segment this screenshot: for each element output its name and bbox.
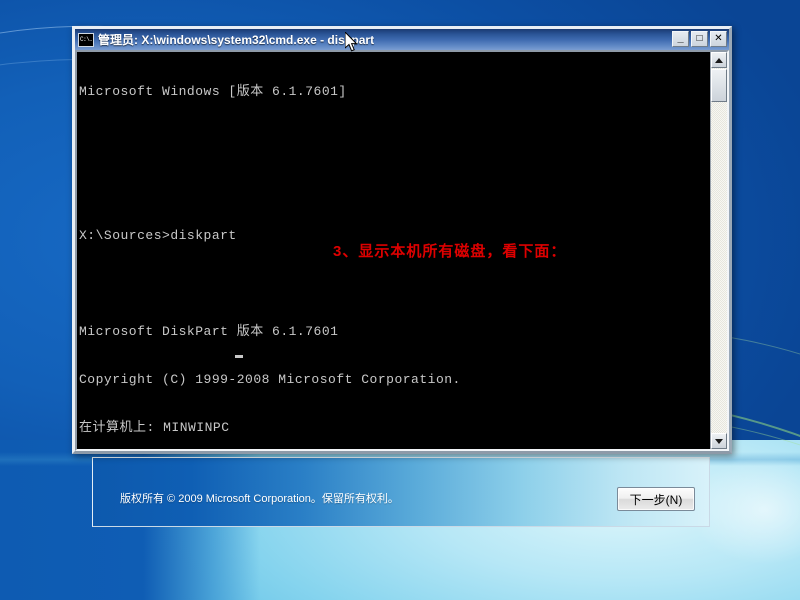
scroll-up-arrow-button[interactable] [711,52,727,68]
minimize-button[interactable]: _ [672,31,689,47]
cmd-window-title: 管理员: X:\windows\system32\cmd.exe - diskp… [98,33,375,47]
maximize-icon: □ [696,33,703,44]
chevron-up-icon [715,57,723,63]
chevron-down-icon [715,438,723,444]
desktop-screen: 版权所有 © 2009 Microsoft Corporation。保留所有权利… [0,0,800,600]
next-button[interactable]: 下一步(N) [617,487,695,511]
console-caret [235,355,243,358]
windows-setup-dialog: 版权所有 © 2009 Microsoft Corporation。保留所有权利… [92,457,710,527]
console-scrollbar[interactable] [710,52,727,449]
console-line: 在计算机上: MINWINPC [79,420,230,435]
window-controls: _ □ ✕ [672,31,727,47]
cmd-icon [78,32,94,47]
setup-copyright-text: 版权所有 © 2009 Microsoft Corporation。保留所有权利… [120,493,399,505]
console-line: Microsoft Windows [版本 6.1.7601] [79,84,347,99]
console-client-area[interactable]: Microsoft Windows [版本 6.1.7601] X:\Sourc… [75,50,729,451]
cmd-window[interactable]: 管理员: X:\windows\system32\cmd.exe - diskp… [72,26,732,454]
red-annotation-text: 3、显示本机所有磁盘，看下面： [333,243,567,260]
console-line: Copyright (C) 1999-2008 Microsoft Corpor… [79,372,461,387]
scrollbar-thumb[interactable] [711,69,727,102]
maximize-button[interactable]: □ [691,31,708,47]
console-line: Microsoft DiskPart 版本 6.1.7601 [79,324,339,339]
close-icon: ✕ [714,33,723,44]
scroll-down-arrow-button[interactable] [711,433,727,449]
close-button[interactable]: ✕ [710,31,727,47]
minimize-icon: _ [677,32,684,44]
cmd-title-bar[interactable]: 管理员: X:\windows\system32\cmd.exe - diskp… [75,29,729,50]
